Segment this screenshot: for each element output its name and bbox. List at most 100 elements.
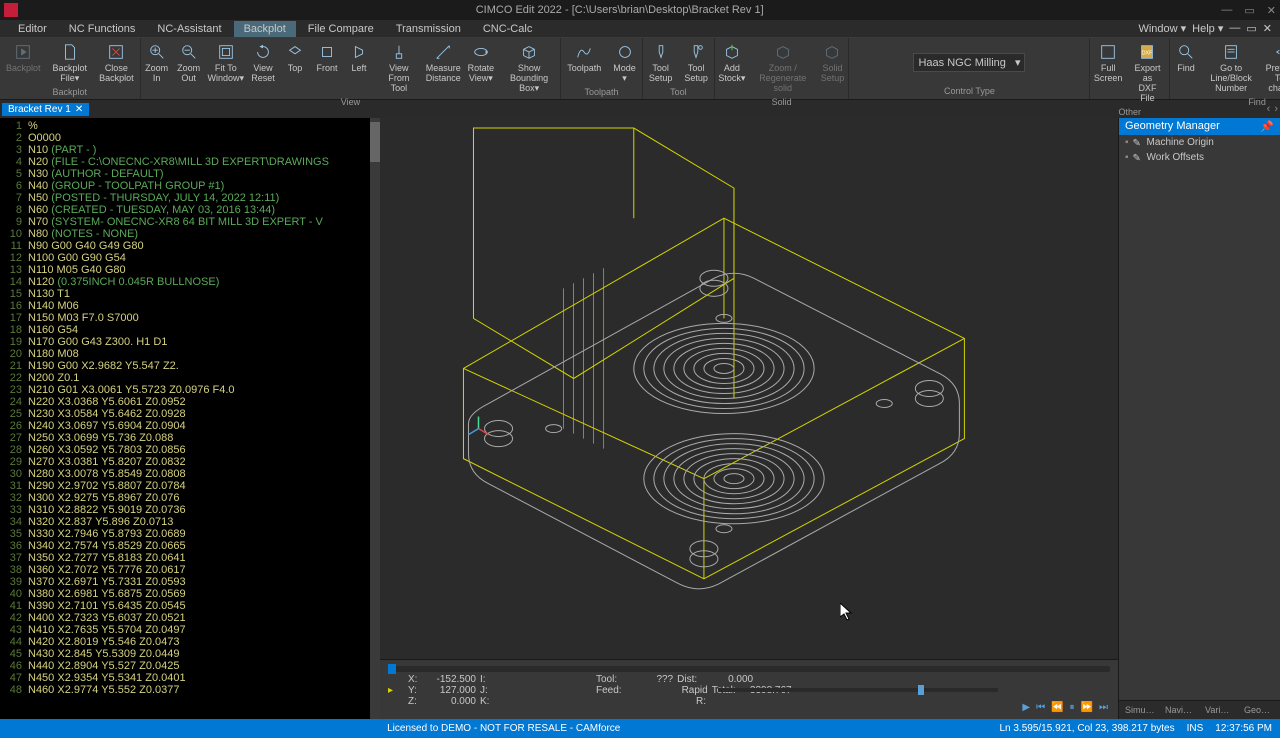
maximize-button[interactable]: ▭ [1244,4,1254,17]
expand-icon[interactable]: ▪ [1125,137,1129,148]
code-line[interactable]: 24N220 X3.0368 Y5.6061 Z0.0952 [0,396,380,408]
code-line[interactable]: 36N340 X2.7574 Y5.8529 Z0.0665 [0,540,380,552]
ribbon-toolpath-button[interactable]: Toolpath [561,40,607,86]
code-line[interactable]: 12N100 G00 G90 G54 [0,252,380,264]
code-line[interactable]: 28N260 X3.0592 Y5.7803 Z0.0856 [0,444,380,456]
code-line[interactable]: 26N240 X3.0697 Y5.6904 Z0.0904 [0,420,380,432]
ribbon-backplot-button[interactable]: Backplot File▾ [47,40,94,86]
code-line[interactable]: 10N80 (NOTES - NONE) [0,228,380,240]
code-line[interactable]: 32N300 X2.9275 Y5.8967 Z0.076 [0,492,380,504]
ribbon-front-button[interactable]: Front [311,40,343,96]
playback-forward-button[interactable]: ⏩ [1081,702,1093,713]
code-line[interactable]: 30N280 X3.0078 Y5.8549 Z0.0808 [0,468,380,480]
menu-nc-functions[interactable]: NC Functions [59,21,146,37]
ribbon-full-button[interactable]: Full Screen [1090,40,1125,106]
menu-right-item[interactable]: — [1229,22,1240,35]
code-line[interactable]: 13N110 M05 G40 G80 [0,264,380,276]
code-line[interactable]: 3N10 (PART - ) [0,144,380,156]
scrollbar-thumb[interactable] [370,122,380,162]
code-line[interactable]: 1% [0,120,380,132]
ribbon-mode-button[interactable]: Mode ▾ [607,40,642,86]
code-line[interactable]: 5N30 (AUTHOR - DEFAULT) [0,168,380,180]
code-line[interactable]: 20N180 M08 [0,348,380,360]
tree-item-machine-origin[interactable]: ▪✎Machine Origin [1119,135,1280,150]
code-line[interactable]: 40N380 X2.6981 Y5.6875 Z0.0569 [0,588,380,600]
pin-icon[interactable]: 📌 [1260,120,1274,133]
ribbon-measure-button[interactable]: Measure Distance [423,40,464,96]
menu-cnc-calc[interactable]: CNC-Calc [473,21,543,37]
speed-slider[interactable] [718,688,998,692]
code-line[interactable]: 43N410 X2.7635 Y5.5704 Z0.0497 [0,624,380,636]
menu-file-compare[interactable]: File Compare [298,21,384,37]
code-line[interactable]: 33N310 X2.8822 Y5.9019 Z0.0736 [0,504,380,516]
side-tab-navigat[interactable]: Navigat… [1161,703,1199,717]
ribbon-rotate-button[interactable]: Rotate View▾ [464,40,498,96]
code-line[interactable]: 29N270 X3.0381 Y5.8207 Z0.0832 [0,456,380,468]
tree-item-work-offsets[interactable]: ▪✎Work Offsets [1119,150,1280,165]
code-line[interactable]: 31N290 X2.9702 Y5.8807 Z0.0784 [0,480,380,492]
minimize-button[interactable]: — [1221,4,1232,17]
side-tab-geomet[interactable]: Geomet… [1240,703,1278,717]
code-scrollbar[interactable] [370,118,380,719]
tab-nav-next-icon[interactable]: › [1274,103,1278,115]
menu-backplot[interactable]: Backplot [234,21,296,37]
code-line[interactable]: 18N160 G54 [0,324,380,336]
menu-right-item[interactable]: Help ▾ [1192,22,1223,35]
speed-slider-handle[interactable] [918,685,924,695]
menu-nc-assistant[interactable]: NC-Assistant [147,21,231,37]
code-line[interactable]: 48N460 X2.9774 Y5.552 Z0.0377 [0,684,380,696]
code-line[interactable]: 22N200 Z0.1 [0,372,380,384]
expand-icon[interactable]: ▪ [1125,152,1129,163]
code-line[interactable]: 35N330 X2.7946 Y5.8793 Z0.0689 [0,528,380,540]
code-line[interactable]: 11N90 G00 G40 G49 G80 [0,240,380,252]
menu-right-item[interactable]: Window ▾ [1138,22,1186,35]
menu-transmission[interactable]: Transmission [386,21,471,37]
code-line[interactable]: 7N50 (POSTED - THURSDAY, JULY 14, 2022 1… [0,192,380,204]
ribbon-zoom-button[interactable]: Zoom In [141,40,173,96]
ribbon-top-button[interactable]: Top [279,40,311,96]
code-editor[interactable]: 1%2O00003N10 (PART - )4N20 (FILE - C:\ON… [0,118,380,719]
code-line[interactable]: 8N60 (CREATED - TUESDAY, MAY 03, 2016 13… [0,204,380,216]
ribbon-show-button[interactable]: Show Bounding Box▾ [498,40,560,96]
code-line[interactable]: 45N430 X2.845 Y5.5309 Z0.0449 [0,648,380,660]
side-tab-variables[interactable]: Variables [1201,703,1238,717]
code-line[interactable]: 6N40 (GROUP - TOOLPATH GROUP #1) [0,180,380,192]
code-line[interactable]: 27N250 X3.0699 Y5.736 Z0.088 [0,432,380,444]
code-line[interactable]: 46N440 X2.8904 Y5.527 Z0.0425 [0,660,380,672]
tab-nav-prev-icon[interactable]: ‹ [1267,103,1271,115]
menu-right-item[interactable]: ▭ [1246,22,1256,35]
code-line[interactable]: 9N70 (SYSTEM- ONECNC-XR8 64 BIT MILL 3D … [0,216,380,228]
code-line[interactable]: 38N360 X2.7072 Y5.7776 Z0.0617 [0,564,380,576]
geometry-manager-header[interactable]: Geometry Manager 📌 [1119,118,1280,135]
code-line[interactable]: 41N390 X2.7101 Y5.6435 Z0.0545 [0,600,380,612]
playback-last-button[interactable]: ⏭ [1099,702,1108,713]
ribbon-left-button[interactable]: Left [343,40,375,96]
side-tab-simulati[interactable]: Simulati… [1121,703,1159,717]
code-line[interactable]: 2O0000 [0,132,380,144]
3d-viewport[interactable] [380,118,1118,659]
ribbon-view-from-button[interactable]: View From Tool [375,40,423,96]
code-line[interactable]: 39N370 X2.6971 Y5.7331 Z0.0593 [0,576,380,588]
code-line[interactable]: 37N350 X2.7277 Y5.8183 Z0.0641 [0,552,380,564]
code-line[interactable]: 15N130 T1 [0,288,380,300]
code-line[interactable]: 4N20 (FILE - C:\ONECNC-XR8\MILL 3D EXPER… [0,156,380,168]
ribbon-tool-button[interactable]: Tool Setup [678,40,714,86]
ribbon-close-button[interactable]: Close Backplot [93,40,140,86]
code-line[interactable]: 19N170 G00 G43 Z300. H1 D1 [0,336,380,348]
ribbon-add-button[interactable]: Add Stock▾ [715,40,749,96]
ribbon-fit-to-button[interactable]: Fit To Window▾ [205,40,247,96]
code-line[interactable]: 16N140 M06 [0,300,380,312]
code-line[interactable]: 25N230 X3.0584 Y5.6462 Z0.0928 [0,408,380,420]
code-line[interactable]: 17N150 M03 F7.0 S7000 [0,312,380,324]
menu-editor[interactable]: Editor [8,21,57,37]
ribbon-view-button[interactable]: View Reset [247,40,279,96]
ribbon-zoom-button[interactable]: Zoom Out [173,40,205,96]
timeline-handle[interactable] [388,664,396,674]
ribbon-export-as-button[interactable]: DXFExport as DXF File [1126,40,1169,106]
code-line[interactable]: 34N320 X2.837 Y5.896 Z0.0713 [0,516,380,528]
code-line[interactable]: 42N400 X2.7323 Y5.6037 Z0.0521 [0,612,380,624]
window-close-button[interactable]: ✕ [1267,4,1276,17]
ribbon-find-button[interactable]: Find [1170,40,1202,96]
menu-right-item[interactable]: ✕ [1263,22,1272,35]
playback-play-button[interactable]: ▶ [1022,702,1030,713]
